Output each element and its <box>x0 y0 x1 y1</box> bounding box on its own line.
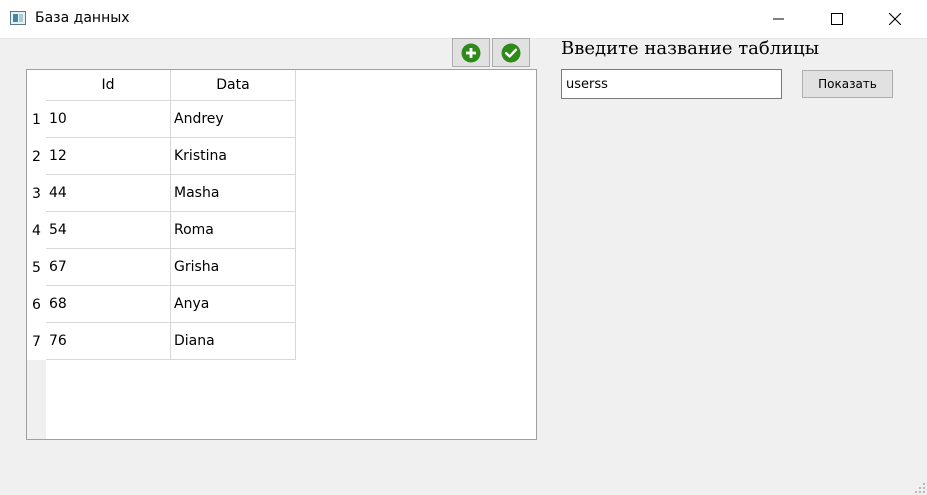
table-cell-id[interactable]: 67 <box>46 249 171 286</box>
table-cell-id[interactable]: 54 <box>46 212 171 249</box>
row-header[interactable]: 6 <box>27 286 46 323</box>
table-cell-data[interactable]: Andrey <box>171 101 296 138</box>
table-corner[interactable] <box>27 70 46 101</box>
table-cell-data[interactable]: Diana <box>171 323 296 360</box>
table-cell-data[interactable]: Kristina <box>171 138 296 175</box>
plus-circle-icon <box>461 43 481 62</box>
column-header-data[interactable]: Data <box>171 70 296 101</box>
close-icon <box>889 13 901 25</box>
check-circle-icon <box>501 43 521 62</box>
table-cell-id[interactable]: 44 <box>46 175 171 212</box>
row-header[interactable]: 4 <box>27 212 46 249</box>
table-cell-id[interactable]: 68 <box>46 286 171 323</box>
data-table[interactable]: Id Data 1 2 3 4 5 6 7 10 Andrey 12 Krist… <box>26 69 537 440</box>
minimize-button[interactable] <box>750 0 808 38</box>
save-button[interactable] <box>492 38 530 67</box>
column-header-id[interactable]: Id <box>46 70 171 101</box>
table-cell-id[interactable]: 76 <box>46 323 171 360</box>
minimize-icon <box>773 18 784 20</box>
table-cell-data[interactable]: Grisha <box>171 249 296 286</box>
table-name-input[interactable] <box>561 69 782 99</box>
row-header[interactable]: 5 <box>27 249 46 286</box>
maximize-button[interactable] <box>808 0 866 38</box>
row-header[interactable]: 7 <box>27 323 46 360</box>
table-cell-id[interactable]: 12 <box>46 138 171 175</box>
window-title: База данных <box>35 10 130 26</box>
row-header[interactable]: 1 <box>27 101 46 138</box>
row-header[interactable]: 2 <box>27 138 46 175</box>
table-name-prompt: Введите название таблицы <box>561 38 820 59</box>
table-cell-data[interactable]: Roma <box>171 212 296 249</box>
maximize-icon <box>831 13 843 25</box>
table-cell-data[interactable]: Masha <box>171 175 296 212</box>
table-cell-data[interactable]: Anya <box>171 286 296 323</box>
resize-grip-icon[interactable] <box>915 483 925 493</box>
add-row-button[interactable] <box>452 38 490 67</box>
row-header[interactable]: 3 <box>27 175 46 212</box>
app-icon <box>10 11 26 25</box>
show-button[interactable]: Показать <box>802 70 893 98</box>
close-button[interactable] <box>866 0 924 38</box>
table-cell-id[interactable]: 10 <box>46 101 171 138</box>
